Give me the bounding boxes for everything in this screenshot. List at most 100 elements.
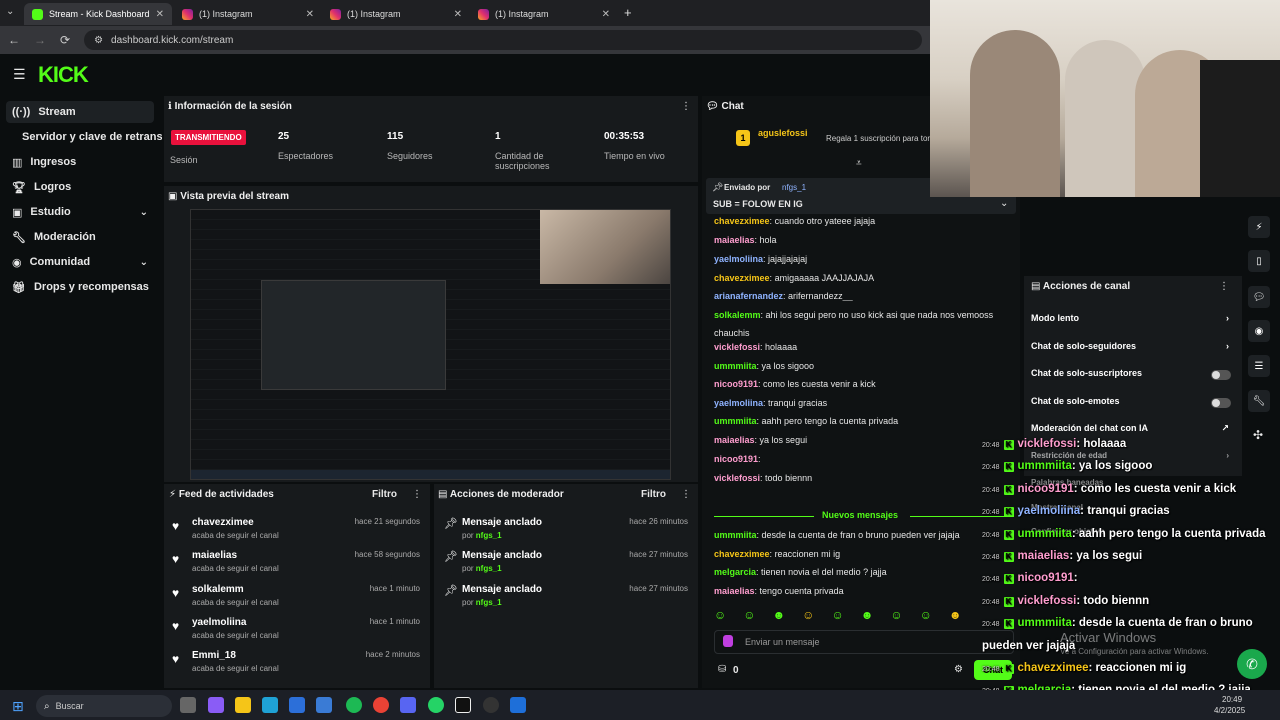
stream-preview-video[interactable] <box>190 209 671 480</box>
mod-filter-button[interactable]: Filtro <box>641 489 666 500</box>
discord-icon[interactable] <box>400 697 416 713</box>
list-item[interactable]: 📌︎ Mensaje anclado por nfgs_1 hace 27 mi… <box>442 584 692 614</box>
chat-username[interactable]: nicoo9191 <box>714 379 758 389</box>
chat-message[interactable]: chavezximee: reaccionen mi ig <box>714 549 1014 559</box>
tab-search-icon[interactable]: ⌄ <box>6 6 14 17</box>
chat-message[interactable]: maiaelias: tengo cuenta privada <box>714 586 1014 596</box>
chat-message[interactable]: chauchis <box>714 328 1014 338</box>
chevron-down-icon[interactable]: ⌄ <box>1000 198 1008 209</box>
emote-icon[interactable]: ☺ <box>890 608 902 624</box>
more-icon[interactable]: ⋮ <box>681 101 691 112</box>
list-item[interactable]: 📌︎ Mensaje anclado por nfgs_1 hace 26 mi… <box>442 517 692 547</box>
mod-by-user[interactable]: nfgs_1 <box>476 531 502 540</box>
list-icon[interactable]: ☰ <box>1248 355 1270 377</box>
chat-username[interactable]: ummmiita <box>714 530 757 540</box>
kick-logo[interactable]: KICK <box>38 62 89 88</box>
mod-by-user[interactable]: nfgs_1 <box>476 598 502 607</box>
tab-kick-dashboard[interactable]: Stream - Kick Dashboard ✕ <box>24 3 172 25</box>
tab-instagram-1[interactable]: (1) Instagram ✕ <box>174 3 322 25</box>
chat-username[interactable]: maiaelias <box>714 235 755 245</box>
chat-message[interactable]: vicklefossi: todo biennn <box>714 473 1014 483</box>
sidebar-item-estudio[interactable]: ▣ Estudio ⌄ <box>6 201 154 223</box>
emote-icon[interactable]: ☺ <box>920 608 932 624</box>
store-icon[interactable] <box>289 697 305 713</box>
sidebar-item-drops[interactable]: 🎁︎ Drops y recompensas <box>6 276 154 298</box>
whatsapp-icon[interactable] <box>428 697 444 713</box>
action-emotes-only[interactable]: Chat de solo-emotes <box>1031 396 1237 412</box>
feed-filter-button[interactable]: Filtro <box>372 489 397 500</box>
emote-icon[interactable]: ☺ <box>831 608 843 624</box>
close-icon[interactable]: ✕ <box>602 9 610 20</box>
chat-username[interactable]: chavezximee <box>714 216 770 226</box>
chat-username[interactable]: yaelmoliina <box>714 254 763 264</box>
more-icon[interactable]: ⋮ <box>1219 281 1229 292</box>
lightning-icon[interactable]: ⚡︎ <box>1248 216 1270 238</box>
more-icon[interactable]: ⋮ <box>681 489 691 500</box>
action-subs-only[interactable]: Chat de solo-suscriptores <box>1031 368 1237 384</box>
url-field[interactable]: ⚙ dashboard.kick.com/stream <box>84 30 922 50</box>
pinned-by-user[interactable]: nfgs_1 <box>782 183 806 192</box>
chat-message[interactable]: vicklefossi: holaaaa <box>714 342 1014 352</box>
tab-instagram-3[interactable]: (1) Instagram ✕ <box>470 3 618 25</box>
chat-message[interactable]: chavezximee: cuando otro yateee jajaja <box>714 216 1014 226</box>
action-followers-only[interactable]: Chat de solo-seguidores › <box>1031 341 1237 357</box>
list-item[interactable]: ♥ yaelmoliina acaba de seguir el canal h… <box>172 617 424 647</box>
sidebar-item-stream[interactable]: ((·)) Stream <box>6 101 154 123</box>
chat-message[interactable]: ummmiita: aahh pero tengo la cuenta priv… <box>714 416 1014 426</box>
subs-only-toggle[interactable] <box>1211 370 1231 380</box>
chat-message[interactable]: melgarcia: tienen novia el del medio ? j… <box>714 567 1014 577</box>
emote-icon[interactable]: ☺ <box>714 608 726 624</box>
sidebar-item-logros[interactable]: 🏆︎ Logros <box>6 176 154 198</box>
mod-by-user[interactable]: nfgs_1 <box>476 564 502 573</box>
close-icon[interactable]: ✕ <box>156 9 164 20</box>
emote-icon[interactable]: ☺ <box>743 608 755 624</box>
emotes-only-toggle[interactable] <box>1211 398 1231 408</box>
gift-user[interactable]: aguslefossi <box>758 128 808 138</box>
app-icon[interactable] <box>316 697 332 713</box>
list-item[interactable]: 📌︎ Mensaje anclado por nfgs_1 hace 27 mi… <box>442 550 692 580</box>
sidebar-item-comunidad[interactable]: ◉ Comunidad ⌄ <box>6 251 154 273</box>
whatsapp-icon[interactable]: ✆ <box>1237 649 1267 679</box>
chat-username[interactable]: chavezximee <box>714 549 770 559</box>
chat-message[interactable]: yaelmoliina: jajajjajajaj <box>714 254 1014 264</box>
app-icon[interactable] <box>208 697 224 713</box>
sidebar-item-moderacion[interactable]: 🔧︎ Moderación <box>6 226 154 248</box>
sidebar-item-ingresos[interactable]: ▥ Ingresos <box>6 151 154 173</box>
task-view-icon[interactable] <box>180 697 196 713</box>
chat-username[interactable]: melgarcia <box>714 567 756 577</box>
action-ai-moderation[interactable]: Moderación del chat con IA ↗ <box>1031 423 1237 439</box>
site-info-icon[interactable]: ⚙ <box>94 35 103 46</box>
chat-message[interactable]: solkalemm: ahi los segui pero no uso kic… <box>714 310 1014 320</box>
chat-username[interactable]: chavezximee <box>714 273 770 283</box>
chat-message[interactable]: ummmiita: desde la cuenta de fran o brun… <box>714 530 1014 540</box>
chevron-down-icon[interactable]: ⌄ <box>140 257 148 268</box>
reload-icon[interactable]: ⟳ <box>60 33 70 47</box>
chat-username[interactable]: vicklefossi <box>714 342 760 352</box>
close-icon[interactable]: ✕ <box>454 9 462 20</box>
taskbar-search[interactable]: ⌕ Buscar <box>36 695 172 717</box>
wrench-icon[interactable]: 🔧︎ <box>1248 390 1270 412</box>
emote-icon[interactable]: ☻ <box>861 608 874 624</box>
chat-message[interactable]: maiaelias: hola <box>714 235 1014 245</box>
chat-message[interactable]: ummmiita: ya los sigooo <box>714 361 1014 371</box>
edge-icon[interactable] <box>262 697 278 713</box>
chat-message[interactable]: yaelmoliina: tranqui gracias <box>714 398 1014 408</box>
chat-username[interactable]: yaelmoliina <box>714 398 763 408</box>
collapse-icon[interactable]: ⩡ <box>856 158 862 169</box>
emote-icon[interactable]: ☻ <box>773 608 786 624</box>
chat-message[interactable]: arianafernandez: arifernandezz__ <box>714 291 1014 301</box>
more-icon[interactable]: ⋮ <box>412 489 422 500</box>
card-icon[interactable]: ▯ <box>1248 250 1270 272</box>
chat-username[interactable]: maiaelias <box>714 435 755 445</box>
chat-input[interactable]: Enviar un mensaje <box>714 630 1014 654</box>
app-icon[interactable] <box>510 697 526 713</box>
broadcast-icon[interactable]: ◉ <box>1248 320 1270 342</box>
back-icon[interactable]: ← <box>8 33 20 47</box>
chat-username[interactable]: maiaelias <box>714 586 755 596</box>
chat-username[interactable]: nicoo9191 <box>714 454 758 464</box>
emote-icon[interactable]: ☺ <box>802 608 814 624</box>
list-item[interactable]: ♥ solkalemm acaba de seguir el canal hac… <box>172 584 424 614</box>
new-tab-icon[interactable]: + <box>624 5 632 20</box>
chat-username[interactable]: solkalemm <box>714 310 761 320</box>
chat-username[interactable]: ummmiita <box>714 361 757 371</box>
